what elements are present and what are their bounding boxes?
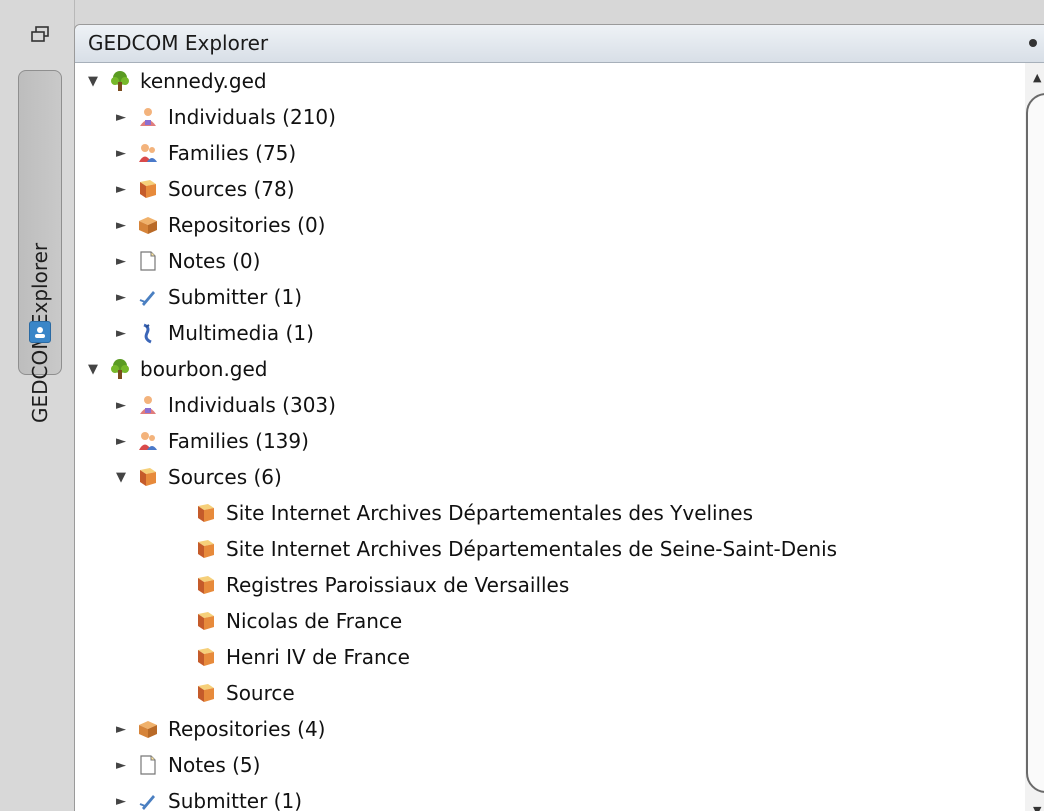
tree-node[interactable]: ► Submitter (1) xyxy=(75,783,1025,811)
tree-node-label: Notes (0) xyxy=(168,249,261,273)
expand-down-icon[interactable]: ▼ xyxy=(85,362,101,377)
family-icon xyxy=(137,430,159,452)
left-dock-strip: GEDCOM Explorer xyxy=(0,0,75,811)
vertical-scrollbar[interactable]: ▲ ▼ xyxy=(1025,63,1044,811)
expand-right-icon[interactable]: ► xyxy=(113,758,129,773)
expand-right-icon[interactable]: ► xyxy=(113,110,129,125)
scroll-up-icon[interactable]: ▲ xyxy=(1033,71,1041,84)
restore-window-icon[interactable] xyxy=(28,24,52,44)
tree-node-label: Submitter (1) xyxy=(168,789,303,811)
scroll-thumb[interactable] xyxy=(1026,93,1044,793)
tree-node-label: kennedy.ged xyxy=(140,69,267,93)
app-window: GEDCOM Explorer GEDCOM Explorer ▼ kennedy… xyxy=(0,0,1044,811)
expand-right-icon[interactable]: ► xyxy=(113,398,129,413)
repository-box-icon xyxy=(137,214,159,236)
tree-icon xyxy=(109,358,131,380)
source-book-icon xyxy=(137,178,159,200)
tree-node[interactable]: ► Notes (0) xyxy=(75,243,1025,279)
tree-node-label: Site Internet Archives Départementales d… xyxy=(226,537,838,561)
expand-right-icon[interactable]: ► xyxy=(113,182,129,197)
panel-menu-dot-icon[interactable] xyxy=(1029,39,1037,47)
tree-node[interactable]: ► Repositories (0) xyxy=(75,207,1025,243)
tree-node-label: Repositories (0) xyxy=(168,213,326,237)
gedcom-explorer-panel: GEDCOM Explorer ▼ kennedy.ged ► Individuals… xyxy=(74,24,1044,811)
tree-node[interactable]: Source xyxy=(75,675,1025,711)
tree-node-label: Multimedia (1) xyxy=(168,321,314,345)
tree-icon xyxy=(109,70,131,92)
tree-node-label: Sources (6) xyxy=(168,465,282,489)
explorer-icon xyxy=(29,321,51,343)
vertical-tab-gedcom-explorer[interactable]: GEDCOM Explorer xyxy=(18,70,62,423)
tree-node-label: Site Internet Archives Départementales d… xyxy=(226,501,754,525)
multimedia-clip-icon xyxy=(137,322,159,344)
tree-node[interactable]: ► Sources (78) xyxy=(75,171,1025,207)
source-book-icon xyxy=(195,574,217,596)
tree-node[interactable]: ► Notes (5) xyxy=(75,747,1025,783)
expand-right-icon[interactable]: ► xyxy=(113,218,129,233)
source-book-icon xyxy=(195,538,217,560)
tree-node[interactable]: Site Internet Archives Départementales d… xyxy=(75,531,1025,567)
tree-node[interactable]: ► Repositories (4) xyxy=(75,711,1025,747)
repository-box-icon xyxy=(137,718,159,740)
expand-down-icon[interactable]: ▼ xyxy=(113,470,129,485)
source-book-icon xyxy=(137,466,159,488)
tree-node-label: Families (75) xyxy=(168,141,297,165)
tree-node-label: bourbon.ged xyxy=(140,357,268,381)
source-book-icon xyxy=(195,646,217,668)
tree-node-label: Individuals (303) xyxy=(168,393,336,417)
individual-icon xyxy=(137,106,159,128)
note-page-icon xyxy=(137,250,159,272)
tree-node[interactable]: ► Families (75) xyxy=(75,135,1025,171)
tree-node-label: Nicolas de France xyxy=(226,609,403,633)
tree-node-label: Individuals (210) xyxy=(168,105,336,129)
panel-header: GEDCOM Explorer xyxy=(75,25,1044,63)
source-book-icon xyxy=(195,502,217,524)
tree-node[interactable]: ► Individuals (303) xyxy=(75,387,1025,423)
vertical-tab-label: GEDCOM Explorer xyxy=(28,242,52,423)
tree-node[interactable]: ► Individuals (210) xyxy=(75,99,1025,135)
scroll-down-icon[interactable]: ▼ xyxy=(1033,804,1041,811)
source-book-icon xyxy=(195,610,217,632)
tree-node[interactable]: ► Submitter (1) xyxy=(75,279,1025,315)
tree-node[interactable]: ▼ Sources (6) xyxy=(75,459,1025,495)
tree-node-label: Henri IV de France xyxy=(226,645,410,669)
tree-node[interactable]: ▼ bourbon.ged xyxy=(75,351,1025,387)
expand-right-icon[interactable]: ► xyxy=(113,290,129,305)
tree-node[interactable]: ▼ kennedy.ged xyxy=(75,63,1025,99)
tree-node[interactable]: Registres Paroissiaux de Versailles xyxy=(75,567,1025,603)
panel-title: GEDCOM Explorer xyxy=(88,31,269,55)
gedcom-tree: ▼ kennedy.ged ► Individuals (210) ► Families … xyxy=(75,63,1025,811)
individual-icon xyxy=(137,394,159,416)
tree-node-label: Notes (5) xyxy=(168,753,261,777)
source-book-icon xyxy=(195,682,217,704)
tree-node-label: Families (139) xyxy=(168,429,309,453)
tree-node[interactable]: Henri IV de France xyxy=(75,639,1025,675)
tree-node-label: Submitter (1) xyxy=(168,285,303,309)
family-icon xyxy=(137,142,159,164)
tree-node-label: Repositories (4) xyxy=(168,717,326,741)
expand-right-icon[interactable]: ► xyxy=(113,326,129,341)
tree-node[interactable]: ► Multimedia (1) xyxy=(75,315,1025,351)
tree-node-label: Source xyxy=(226,681,295,705)
expand-right-icon[interactable]: ► xyxy=(113,434,129,449)
submitter-pen-icon xyxy=(137,286,159,308)
expand-right-icon[interactable]: ► xyxy=(113,254,129,269)
note-page-icon xyxy=(137,754,159,776)
expand-right-icon[interactable]: ► xyxy=(113,794,129,809)
tree-node-label: Registres Paroissiaux de Versailles xyxy=(226,573,570,597)
expand-right-icon[interactable]: ► xyxy=(113,722,129,737)
tree-node[interactable]: Nicolas de France xyxy=(75,603,1025,639)
tree-node[interactable]: Site Internet Archives Départementales d… xyxy=(75,495,1025,531)
submitter-pen-icon xyxy=(137,790,159,811)
expand-down-icon[interactable]: ▼ xyxy=(85,74,101,89)
tree-node[interactable]: ► Families (139) xyxy=(75,423,1025,459)
expand-right-icon[interactable]: ► xyxy=(113,146,129,161)
tree-node-label: Sources (78) xyxy=(168,177,295,201)
